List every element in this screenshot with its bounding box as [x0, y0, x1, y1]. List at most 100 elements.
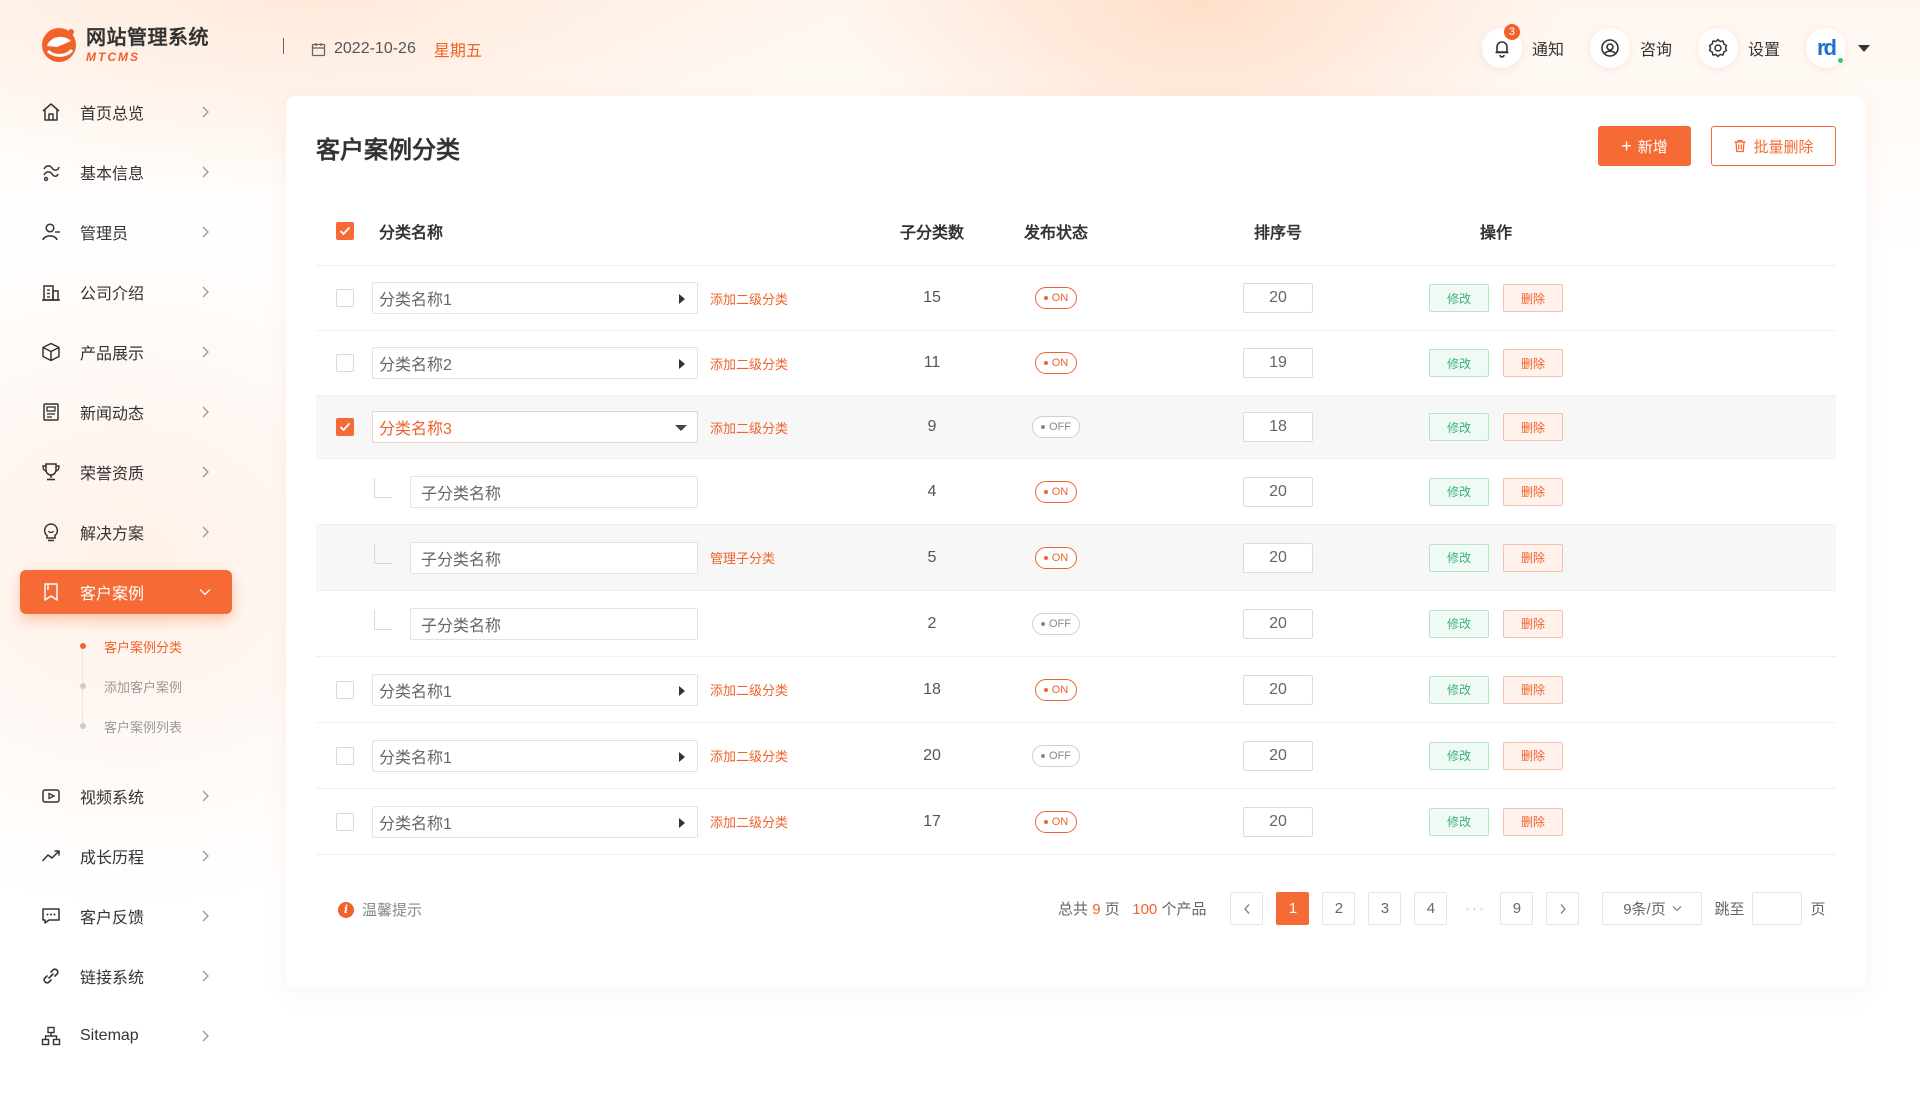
status-toggle[interactable]: ON [1034, 810, 1078, 833]
sidebar-item-6[interactable]: 荣誉资质 [20, 450, 232, 494]
page-button-last[interactable]: 9 [1500, 892, 1534, 925]
sort-input[interactable]: 19 [1243, 348, 1313, 378]
sidebar-item-9[interactable]: 视频系统 [20, 774, 232, 818]
add-subcategory-link[interactable]: 添加二级分类 [710, 289, 788, 308]
next-page-button[interactable] [1546, 892, 1580, 925]
sort-input[interactable]: 18 [1243, 412, 1313, 442]
add-subcategory-link[interactable]: 添加二级分类 [710, 354, 788, 373]
jump-page-input[interactable] [1752, 892, 1803, 925]
delete-button[interactable]: 删除 [1503, 807, 1563, 836]
submenu-item-1[interactable]: 添加客户案例 [80, 666, 232, 706]
prev-page-button[interactable] [1230, 892, 1264, 925]
row-checkbox[interactable] [336, 746, 354, 765]
category-name-field[interactable]: 分类名称1 [372, 805, 698, 838]
status-toggle[interactable]: OFF [1032, 612, 1080, 635]
sort-input[interactable]: 20 [1243, 608, 1313, 639]
user-menu[interactable]: rd [1806, 28, 1870, 68]
edit-button[interactable]: 修改 [1429, 349, 1489, 377]
edit-button[interactable]: 修改 [1429, 741, 1489, 770]
category-name-field[interactable]: 分类名称3 [372, 411, 698, 443]
sidebar-item-3[interactable]: 公司介绍 [20, 270, 232, 314]
status-toggle[interactable]: ON [1034, 546, 1078, 569]
manage-subcategory-link[interactable]: 管理子分类 [710, 548, 775, 567]
category-name-field[interactable]: 分类名称1 [372, 739, 698, 772]
delete-button[interactable]: 删除 [1503, 284, 1563, 312]
subcategory-name-field[interactable]: 子分类名称 [410, 541, 698, 574]
edit-button[interactable]: 修改 [1429, 675, 1489, 704]
add-subcategory-link[interactable]: 添加二级分类 [710, 680, 788, 699]
page-button-3[interactable]: 3 [1368, 892, 1402, 925]
consult-button[interactable]: 咨询 [1589, 28, 1672, 68]
sidebar-item-12[interactable]: 链接系统 [20, 954, 232, 998]
caret-right-icon[interactable] [679, 294, 685, 304]
status-toggle[interactable]: ON [1034, 678, 1078, 701]
edit-button[interactable]: 修改 [1429, 284, 1489, 312]
bulk-delete-button[interactable]: 批量删除 [1711, 126, 1836, 166]
status-toggle[interactable]: OFF [1032, 744, 1080, 767]
settings-button[interactable]: 设置 [1697, 28, 1780, 68]
delete-button[interactable]: 删除 [1503, 413, 1563, 441]
page-button-4[interactable]: 4 [1414, 892, 1448, 925]
delete-button[interactable]: 删除 [1503, 741, 1563, 770]
status-toggle[interactable]: ON [1034, 352, 1078, 374]
status-toggle[interactable]: ON [1034, 480, 1078, 503]
sidebar-item-10[interactable]: 成长历程 [20, 834, 232, 878]
add-subcategory-link[interactable]: 添加二级分类 [710, 812, 788, 831]
page-button-1[interactable]: 1 [1276, 892, 1310, 925]
sort-input[interactable]: 20 [1243, 806, 1313, 837]
caret-right-icon[interactable] [679, 685, 685, 696]
avatar[interactable]: rd [1806, 28, 1846, 68]
logo[interactable]: 网站管理系统 MTCMS [38, 24, 209, 66]
caret-right-icon[interactable] [679, 817, 685, 828]
edit-button[interactable]: 修改 [1429, 477, 1489, 506]
row-checkbox[interactable] [336, 812, 354, 831]
notify-button[interactable]: 3 通知 [1481, 24, 1564, 68]
sidebar-item-11[interactable]: 客户反馈 [20, 894, 232, 938]
sort-input[interactable]: 20 [1243, 476, 1313, 507]
caret-down-icon[interactable] [675, 425, 687, 431]
add-button[interactable]: + 新增 [1598, 126, 1691, 166]
sidebar-item-13[interactable]: Sitemap [20, 1014, 232, 1058]
delete-button[interactable]: 删除 [1503, 477, 1563, 506]
sidebar-item-0[interactable]: 首页总览 [20, 90, 232, 134]
edit-button[interactable]: 修改 [1429, 543, 1489, 572]
row-checkbox[interactable] [336, 418, 354, 436]
sidebar-item-5[interactable]: 新闻动态 [20, 390, 232, 434]
page-size-select[interactable]: 9条/页 [1602, 892, 1703, 925]
category-name-field[interactable]: 分类名称2 [372, 347, 698, 379]
category-name-field[interactable]: 分类名称1 [372, 673, 698, 706]
tip[interactable]: i 温馨提示 [338, 899, 422, 920]
caret-right-icon[interactable] [679, 751, 685, 762]
sidebar-item-8[interactable]: 客户案例 [20, 570, 232, 614]
edit-button[interactable]: 修改 [1429, 609, 1489, 638]
row-checkbox[interactable] [336, 289, 354, 307]
status-toggle[interactable]: ON [1034, 287, 1078, 309]
chevron-down-icon[interactable] [1858, 44, 1870, 52]
sort-input[interactable]: 20 [1243, 740, 1313, 771]
select-all-checkbox[interactable] [336, 221, 354, 240]
subcategory-name-field[interactable]: 子分类名称 [410, 607, 698, 640]
sidebar-item-1[interactable]: 基本信息 [20, 150, 232, 194]
delete-button[interactable]: 删除 [1503, 543, 1563, 572]
submenu-item-0[interactable]: 客户案例分类 [80, 626, 232, 666]
sort-input[interactable]: 20 [1243, 542, 1313, 573]
edit-button[interactable]: 修改 [1429, 413, 1489, 441]
delete-button[interactable]: 删除 [1503, 349, 1563, 377]
add-subcategory-link[interactable]: 添加二级分类 [710, 746, 788, 765]
sidebar-item-4[interactable]: 产品展示 [20, 330, 232, 374]
row-checkbox[interactable] [336, 354, 354, 372]
delete-button[interactable]: 删除 [1503, 675, 1563, 704]
caret-right-icon[interactable] [679, 359, 685, 369]
add-subcategory-link[interactable]: 添加二级分类 [710, 418, 788, 437]
sort-input[interactable]: 20 [1243, 674, 1313, 705]
page-button-2[interactable]: 2 [1322, 892, 1356, 925]
delete-button[interactable]: 删除 [1503, 609, 1563, 638]
sidebar-item-7[interactable]: 解决方案 [20, 510, 232, 554]
submenu-item-2[interactable]: 客户案例列表 [80, 706, 232, 746]
sidebar-item-2[interactable]: 管理员 [20, 210, 232, 254]
edit-button[interactable]: 修改 [1429, 807, 1489, 836]
sort-input[interactable]: 20 [1243, 283, 1313, 313]
subcategory-name-field[interactable]: 子分类名称 [410, 475, 698, 508]
status-toggle[interactable]: OFF [1032, 416, 1080, 438]
row-checkbox[interactable] [336, 680, 354, 699]
